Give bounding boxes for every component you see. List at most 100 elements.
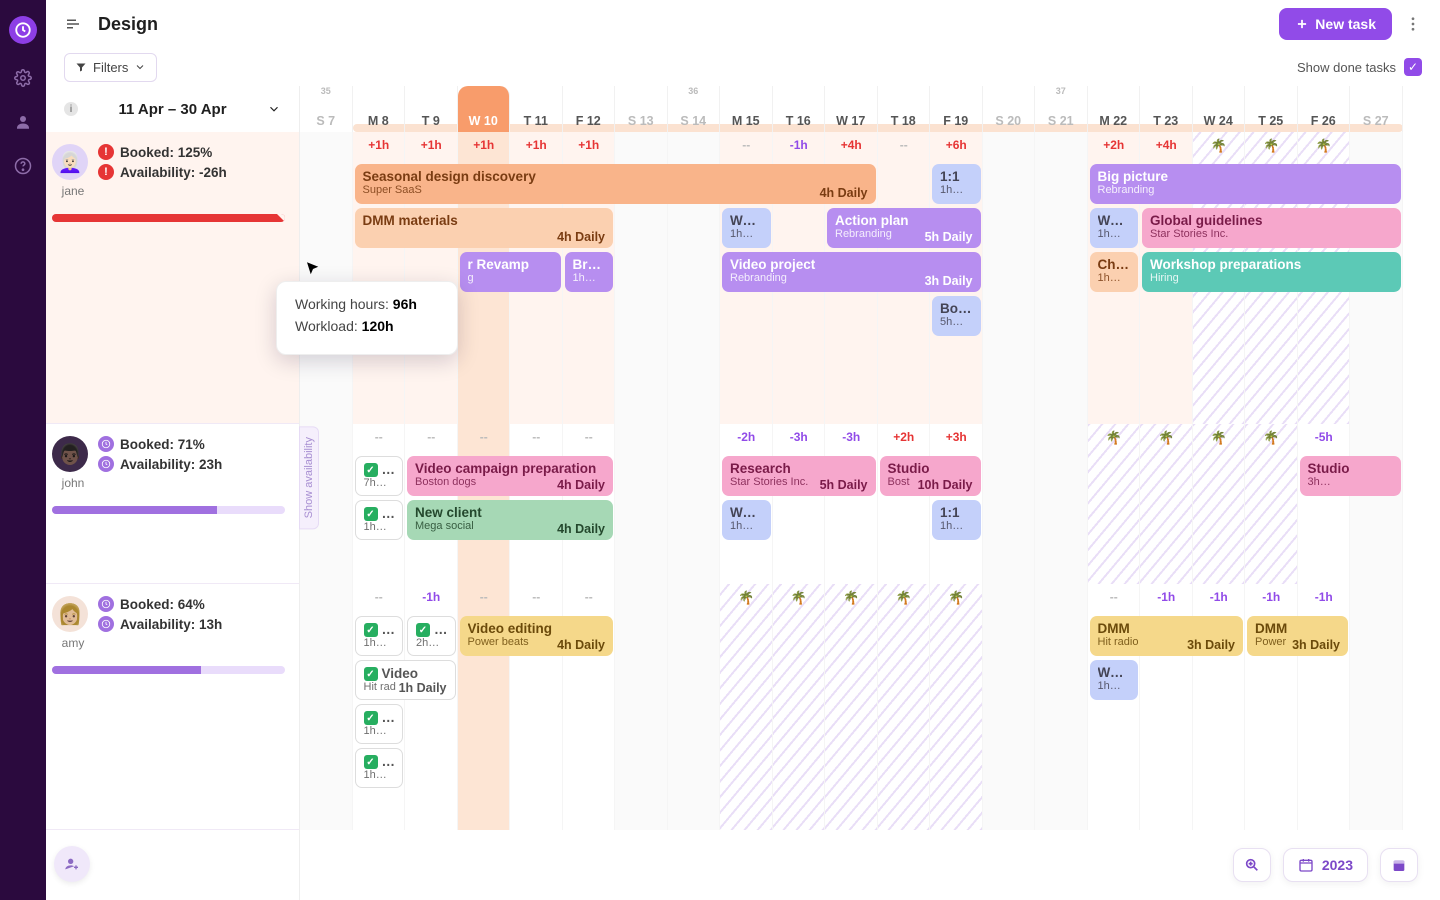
show-done-toggle[interactable]: Show done tasks ✓ (1297, 58, 1422, 76)
date-range-selector[interactable]: i 11 Apr – 30 Apr (46, 86, 299, 132)
task-bar[interactable]: Board5h… (932, 296, 981, 336)
task-bar[interactable]: 1:11h… (932, 500, 981, 540)
clock-icon (98, 596, 114, 612)
task-bar[interactable]: ResearchStar Stories Inc.5h Daily (722, 456, 876, 496)
delta-cell: 🌴 (1088, 430, 1141, 446)
add-person-button[interactable] (54, 846, 90, 882)
alert-icon: ! (98, 144, 114, 160)
delta-cell: 🌴 (720, 590, 773, 606)
delta-cell: 🌴 (1193, 138, 1246, 154)
menu-icon[interactable] (64, 15, 82, 33)
day-T-16[interactable]: T 16 (773, 86, 826, 132)
day-F-19[interactable]: F 19 (930, 86, 983, 132)
task-bar[interactable]: Seasonal design discoverySuper SaaS4h Da… (355, 164, 876, 204)
day-M-15[interactable]: M 15 (720, 86, 773, 132)
task-bar[interactable]: Studio3h… (1300, 456, 1401, 496)
day-F-26[interactable]: F 26 (1298, 86, 1351, 132)
delta-cell: -- (458, 590, 511, 604)
task-bar[interactable]: DMMPower3h Daily (1247, 616, 1348, 656)
task-bar[interactable]: ✓We1h… (355, 616, 404, 656)
people-icon[interactable] (13, 112, 33, 132)
day-W-10[interactable]: W 10 (458, 86, 511, 132)
person-john[interactable]: 👨🏿johnBooked: 71%Availability: 23h (46, 424, 299, 584)
app-logo[interactable] (9, 16, 37, 44)
day-M-22[interactable]: M 22 (1088, 86, 1141, 132)
zoom-button[interactable] (1233, 848, 1271, 882)
kebab-icon[interactable] (1404, 15, 1422, 33)
task-bar[interactable]: Check1h… (1090, 252, 1139, 292)
day-T-9[interactable]: T 9 (405, 86, 458, 132)
person-amy[interactable]: 👩🏼amyBooked: 64%Availability: 13h (46, 584, 299, 830)
main: i 11 Apr – 30 Apr 👩🏻‍🦳jane!Booked: 125%!… (46, 86, 1440, 900)
task-bar[interactable]: StudioBost10h Daily (880, 456, 981, 496)
task-bar[interactable]: ✓VideoHit rad1h Daily (355, 660, 456, 700)
task-bar[interactable]: Video editingPower beats4h Daily (460, 616, 614, 656)
task-bar[interactable]: Week1h… (1090, 208, 1139, 248)
day-T-23[interactable]: T 23 (1140, 86, 1193, 132)
clock-icon (98, 616, 114, 632)
task-bar[interactable]: Workshop preparationsHiring (1142, 252, 1401, 292)
settings-icon[interactable] (13, 68, 33, 88)
day-S-21[interactable]: 37S 21 (1035, 86, 1088, 132)
day-F-12[interactable]: F 12 (563, 86, 616, 132)
day-S-20[interactable]: S 20 (983, 86, 1036, 132)
task-bar[interactable]: Action planRebranding5h Daily (827, 208, 981, 248)
task-bar[interactable]: DMMHit radio3h Daily (1090, 616, 1244, 656)
task-bar[interactable]: Video campaign preparationBoston dogs4h … (407, 456, 613, 496)
help-icon[interactable] (13, 156, 33, 176)
delta-cell: 🌴 (930, 590, 983, 606)
task-bar[interactable]: New clientMega social4h Daily (407, 500, 613, 540)
task-bar[interactable]: ✓Pla2h… (407, 616, 456, 656)
delta-cell: -- (510, 430, 563, 444)
day-S-14[interactable]: 36S 14 (668, 86, 721, 132)
row-john: -----------2h-3h-3h+2h+3h🌴🌴🌴🌴-5h✓Pla7h…✓… (300, 424, 1440, 584)
task-bar[interactable]: Week1h… (722, 500, 771, 540)
day-S-27[interactable]: S 27 (1350, 86, 1403, 132)
task-bar[interactable]: Big pictureRebranding (1090, 164, 1401, 204)
row-amy: ---1h------🌴🌴🌴🌴🌴---1h-1h-1h-1h✓We1h…✓Pla… (300, 584, 1440, 830)
delta-cell: -1h (405, 590, 458, 604)
year-button[interactable]: 2023 (1283, 848, 1368, 882)
day-S-7[interactable]: 35S 7 (300, 86, 353, 132)
delta-cell: 🌴 (1193, 430, 1246, 446)
delta-cell: +1h (510, 138, 563, 152)
task-bar[interactable]: r Revampg (460, 252, 561, 292)
done-check-icon: ✓ (364, 711, 378, 725)
today-button[interactable] (1380, 848, 1418, 882)
delta-cell: +4h (1140, 138, 1193, 152)
delta-cell: -1h (1298, 590, 1351, 604)
topbar: Design New task (46, 0, 1440, 48)
task-bar[interactable]: Brain1h… (565, 252, 614, 292)
day-T-18[interactable]: T 18 (878, 86, 931, 132)
day-M-8[interactable]: M 8 (353, 86, 406, 132)
task-bar[interactable]: Video projectRebranding3h Daily (722, 252, 981, 292)
task-bar[interactable]: Global guidelinesStar Stories Inc. (1142, 208, 1401, 248)
task-bar[interactable]: ✓1:11h… (355, 704, 404, 744)
task-bar[interactable]: Week1h… (722, 208, 771, 248)
delta-cell: -- (1088, 590, 1141, 604)
alert-icon: ! (98, 164, 114, 180)
task-bar[interactable]: Week1h… (1090, 660, 1139, 700)
filters-button[interactable]: Filters (64, 53, 157, 82)
day-S-13[interactable]: S 13 (615, 86, 668, 132)
day-T-25[interactable]: T 25 (1245, 86, 1298, 132)
delta-cell: -3h (773, 430, 826, 444)
new-task-button[interactable]: New task (1279, 8, 1392, 40)
delta-cell: -1h (1245, 590, 1298, 604)
timeline[interactable]: 35S 7M 8T 9W 10T 11F 12S 1336S 14M 15T 1… (300, 86, 1440, 900)
task-bar[interactable]: DMM materials4h Daily (355, 208, 614, 248)
avatar: 👨🏿 (52, 436, 88, 472)
done-check-icon: ✓ (364, 623, 378, 637)
task-bar[interactable]: ✓PR1h… (355, 748, 404, 788)
day-T-11[interactable]: T 11 (510, 86, 563, 132)
day-W-24[interactable]: W 24 (1193, 86, 1246, 132)
delta-cell: -- (353, 430, 406, 444)
delta-cell: +1h (405, 138, 458, 152)
person-name: john (62, 476, 85, 490)
task-bar[interactable]: 1:11h… (932, 164, 981, 204)
task-bar[interactable]: ✓Pla7h… (355, 456, 404, 496)
show-availability-tab[interactable]: Show availability (299, 426, 319, 529)
person-jane[interactable]: 👩🏻‍🦳jane!Booked: 125%!Availability: -26h (46, 132, 299, 424)
task-bar[interactable]: ✓We1h… (355, 500, 404, 540)
day-W-17[interactable]: W 17 (825, 86, 878, 132)
